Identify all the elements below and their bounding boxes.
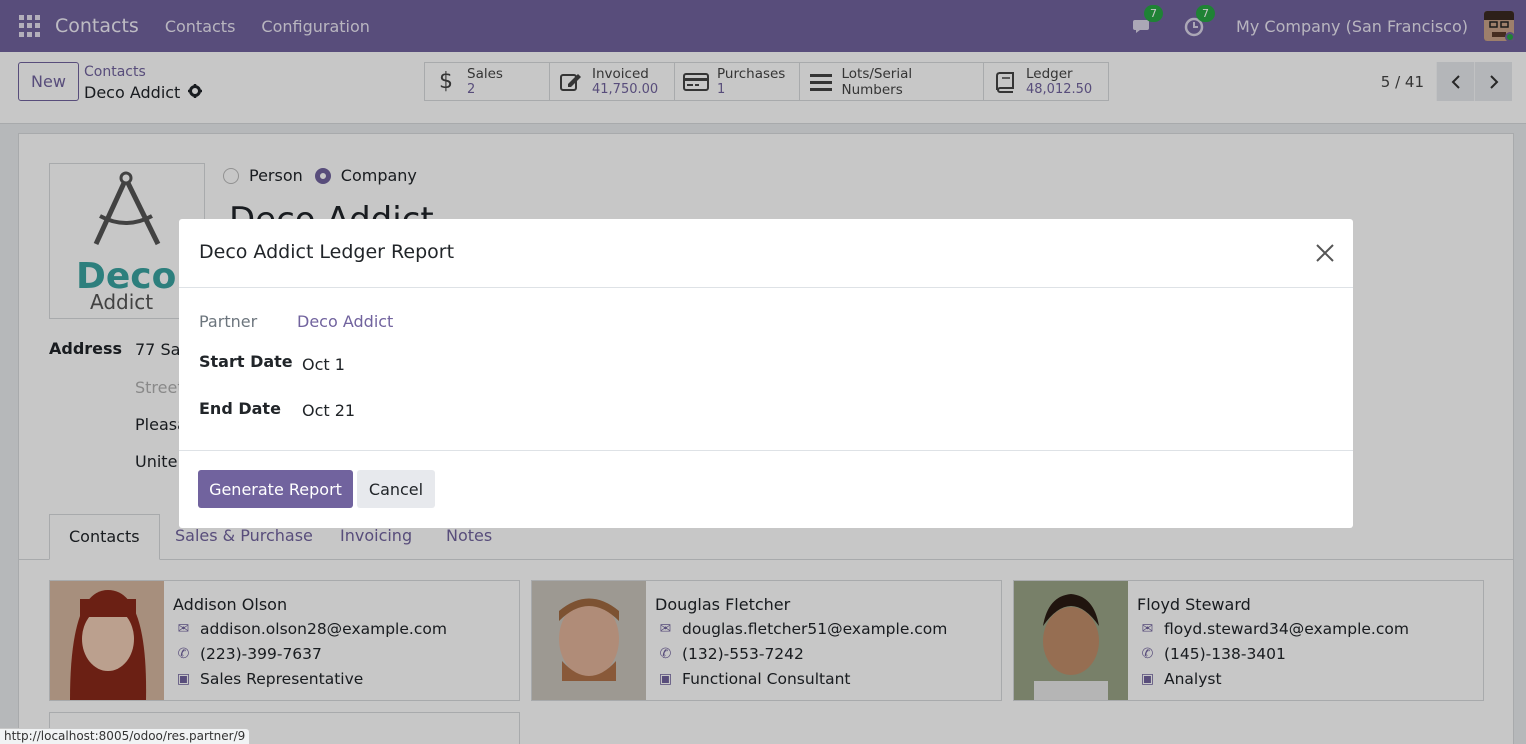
ledger-report-dialog: Deco Addict Ledger Report Partner Deco A…: [179, 219, 1353, 528]
partner-link[interactable]: Deco Addict: [297, 312, 393, 331]
dialog-title: Deco Addict Ledger Report: [199, 241, 455, 263]
cancel-button[interactable]: Cancel: [357, 470, 435, 508]
dialog-footer: Generate Report Cancel: [179, 451, 1353, 527]
dialog-body: Partner Deco Addict Start Date Oct 1 End…: [179, 288, 1353, 451]
end-date-label: End Date: [199, 399, 281, 418]
end-date-input[interactable]: Oct 21: [302, 401, 355, 420]
status-bar-url: http://localhost:8005/odoo/res.partner/9: [0, 728, 251, 744]
close-icon[interactable]: [1315, 243, 1335, 263]
generate-report-button[interactable]: Generate Report: [198, 470, 353, 508]
start-date-label: Start Date: [199, 352, 293, 371]
dialog-header: Deco Addict Ledger Report: [179, 219, 1353, 288]
start-date-input[interactable]: Oct 1: [302, 355, 345, 374]
partner-label: Partner: [199, 312, 258, 331]
